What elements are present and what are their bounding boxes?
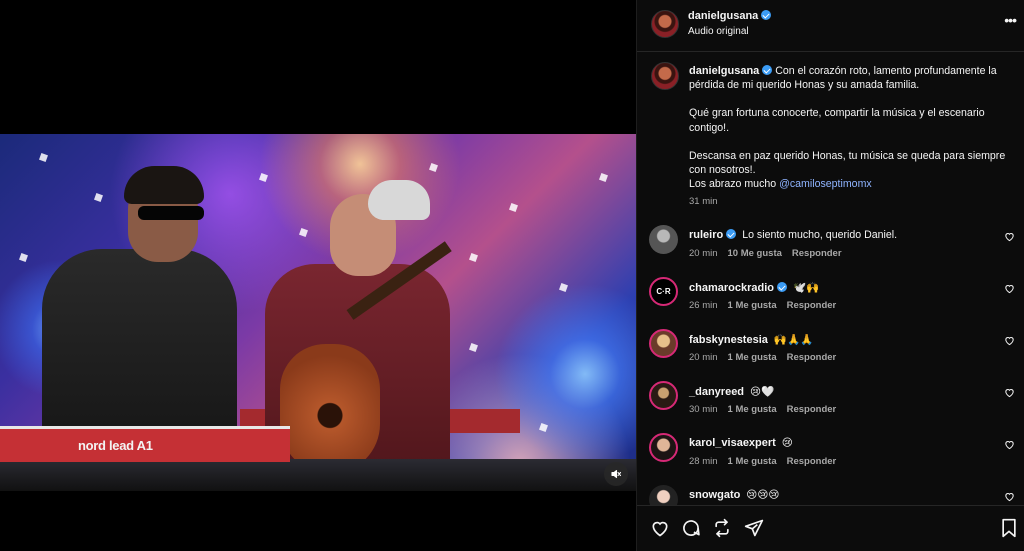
avatar[interactable] xyxy=(649,381,678,410)
comment-likes[interactable]: 1 Me gusta xyxy=(728,456,777,467)
comment-text: Lo siento mucho, querido Daniel. xyxy=(742,229,898,241)
avatar[interactable] xyxy=(649,329,678,358)
comment-username[interactable]: chamarockradio xyxy=(689,282,787,294)
like-comment-heart-icon[interactable] xyxy=(1004,335,1015,346)
avatar[interactable] xyxy=(649,225,678,254)
reply-button[interactable]: Responder xyxy=(787,300,837,311)
post-action-bar xyxy=(637,505,1024,551)
avatar[interactable] xyxy=(651,62,679,90)
verified-badge-icon xyxy=(726,229,737,239)
avatar[interactable] xyxy=(651,10,679,38)
post-side-panel: danielgusana Audio original ••• danielgu… xyxy=(636,0,1024,551)
comment-username[interactable]: _danyreed xyxy=(689,386,744,398)
like-comment-heart-icon[interactable] xyxy=(1004,387,1015,398)
comment-username[interactable]: fabskynestesia xyxy=(689,334,768,346)
caption-text: danielgusana Con el corazón roto, lament… xyxy=(689,65,1006,191)
like-heart-icon[interactable] xyxy=(650,518,670,538)
comment-username[interactable]: karol_visaexpert xyxy=(689,437,776,449)
reply-button[interactable]: Responder xyxy=(787,352,837,363)
post-video[interactable]: nord lead A1 xyxy=(0,134,636,491)
comment-item: karol_visaexpert 😢 28 min 1 Me gusta Respo… xyxy=(637,433,1024,483)
like-comment-heart-icon[interactable] xyxy=(1004,283,1015,294)
comment-username[interactable]: ruleiro xyxy=(689,229,737,241)
caption-username[interactable]: danielgusana xyxy=(689,65,773,77)
comment-text: 😢😢😢 xyxy=(746,489,780,501)
like-comment-heart-icon[interactable] xyxy=(1004,231,1015,242)
comment-likes[interactable]: 1 Me gusta xyxy=(728,300,777,311)
audio-label[interactable]: Audio original xyxy=(688,26,749,37)
comment-item: fabskynestesia 🙌🙏🙏 20 min 1 Me gusta Respo… xyxy=(637,329,1024,379)
bookmark-icon[interactable] xyxy=(1000,518,1018,538)
reply-button[interactable]: Responder xyxy=(787,456,837,467)
speaker-muted-icon xyxy=(611,469,622,479)
verified-badge-icon xyxy=(776,282,787,292)
verified-badge-icon xyxy=(762,65,773,75)
comment-item: ruleiro Lo siento mucho, querido Daniel.… xyxy=(637,225,1024,275)
verified-badge-icon xyxy=(761,10,772,20)
comment-likes[interactable]: 10 Me gusta xyxy=(728,248,782,259)
comment-likes[interactable]: 1 Me gusta xyxy=(728,352,777,363)
share-send-icon[interactable] xyxy=(744,518,764,538)
like-comment-heart-icon[interactable] xyxy=(1004,491,1015,502)
mute-toggle-button[interactable] xyxy=(604,462,628,486)
reply-button[interactable]: Responder xyxy=(787,404,837,415)
comment-username[interactable]: snowgato xyxy=(689,489,740,501)
comment-time[interactable]: 30 min xyxy=(689,404,718,415)
comment-text: 😢 xyxy=(781,437,793,449)
comment-item: C·R chamarockradio 🕊️🙌 26 min 1 Me gusta R… xyxy=(637,277,1024,327)
comment-time[interactable]: 26 min xyxy=(689,300,718,311)
author-username[interactable]: danielgusana xyxy=(688,10,772,22)
comment-item: _danyreed 😢🤍 30 min 1 Me gusta Responder xyxy=(637,381,1024,431)
reply-button[interactable]: Responder xyxy=(792,248,842,259)
more-options-icon[interactable]: ••• xyxy=(1004,12,1017,28)
repost-icon[interactable] xyxy=(712,518,732,538)
comment-time[interactable]: 20 min xyxy=(689,352,718,363)
comment-text: 😢🤍 xyxy=(749,386,775,398)
comment-time[interactable]: 20 min xyxy=(689,248,718,259)
media-area: nord lead A1 xyxy=(0,0,636,551)
comment-likes[interactable]: 1 Me gusta xyxy=(728,404,777,415)
comment-text: 🙌🙏🙏 xyxy=(773,334,814,346)
post-header: danielgusana Audio original ••• xyxy=(637,0,1024,52)
acoustic-guitar xyxy=(280,344,380,474)
avatar[interactable]: C·R xyxy=(649,277,678,306)
avatar[interactable] xyxy=(649,433,678,462)
like-comment-heart-icon[interactable] xyxy=(1004,439,1015,450)
comment-bubble-icon[interactable] xyxy=(681,518,701,538)
mention-link[interactable]: @camiloseptimomx xyxy=(779,178,872,190)
comment-text: 🕊️🙌 xyxy=(792,282,820,294)
comment-time[interactable]: 28 min xyxy=(689,456,718,467)
keyboard-label: nord lead A1 xyxy=(78,438,153,453)
caption-timestamp[interactable]: 31 min xyxy=(689,196,718,207)
